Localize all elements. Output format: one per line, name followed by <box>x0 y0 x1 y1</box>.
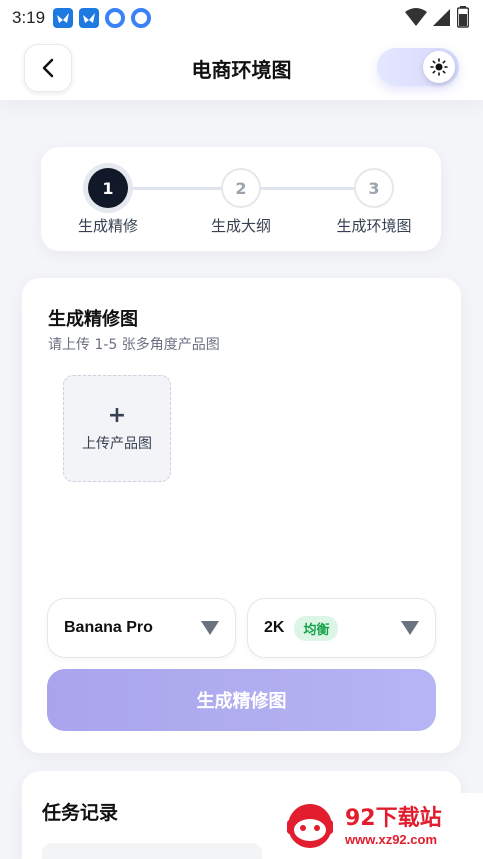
model-select-value: Banana Pro <box>64 619 153 636</box>
generate-refine-button[interactable]: 生成精修图 <box>47 669 436 731</box>
status-time: 3:19 <box>12 8 46 27</box>
watermark-logo-icon <box>287 804 333 848</box>
theme-toggle[interactable] <box>377 48 459 86</box>
step-3-indicator[interactable]: 3 <box>354 168 394 208</box>
notification-icons <box>53 8 152 28</box>
app-notification-icon <box>79 8 100 28</box>
wifi-icon <box>405 8 427 26</box>
step-2-label: 生成大纲 <box>210 217 272 235</box>
signal-icon <box>433 9 450 26</box>
refine-card: 生成精修图 请上传 1-5 张多角度产品图 + 上传产品图 Banana Pro… <box>22 278 461 753</box>
browser-notification-icon <box>105 8 126 28</box>
upload-product-button[interactable]: + 上传产品图 <box>63 375 171 482</box>
quality-badge: 均衡 <box>294 615 339 641</box>
sun-icon <box>430 58 448 76</box>
app-header: 电商环境图 <box>0 36 483 100</box>
watermark-url: www.xz92.com <box>345 831 437 847</box>
battery-icon <box>457 6 469 28</box>
watermark-name: 92下载站 <box>345 805 442 831</box>
upload-label: 上传产品图 <box>82 435 152 452</box>
app-notification-icon <box>53 8 74 28</box>
dropdown-arrow-icon <box>201 621 219 635</box>
step-3-label: 生成环境图 <box>336 217 412 235</box>
step-1-label: 生成精修 <box>77 217 139 235</box>
progress-steps: 1 2 3 生成精修 生成大纲 生成环境图 <box>41 147 441 251</box>
watermark: 92下载站 www.xz92.com <box>265 793 483 859</box>
step-2-indicator[interactable]: 2 <box>221 168 261 208</box>
task-item[interactable] <box>42 843 262 859</box>
system-icons <box>405 6 469 28</box>
browser-notification-icon <box>131 8 152 28</box>
section-subtitle: 请上传 1-5 张多角度产品图 <box>48 337 220 353</box>
step-1-indicator[interactable]: 1 <box>88 168 128 208</box>
resolution-select[interactable]: 2K 均衡 <box>247 598 436 658</box>
section-title: 生成精修图 <box>48 309 138 330</box>
model-select[interactable]: Banana Pro <box>47 598 236 658</box>
toggle-knob <box>423 51 455 83</box>
status-bar: 3:19 <box>0 0 483 36</box>
dropdown-arrow-icon <box>401 621 419 635</box>
plus-icon: + <box>107 402 127 428</box>
task-history-title: 任务记录 <box>42 802 119 824</box>
resolution-select-value: 2K <box>264 619 285 636</box>
